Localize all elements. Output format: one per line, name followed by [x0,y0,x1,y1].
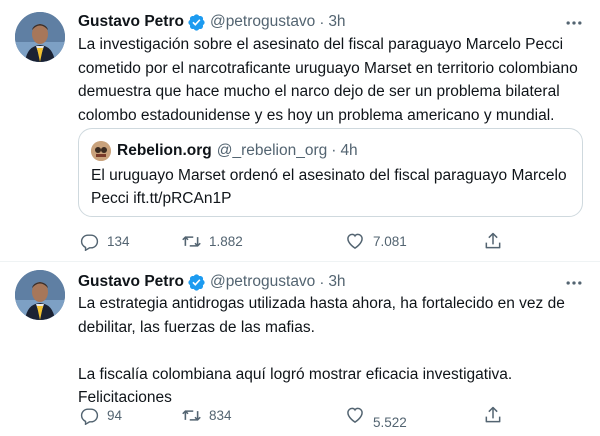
author-avatar[interactable] [15,12,65,62]
quoted-tweet[interactable]: Rebelion.org @_rebelion_org · 4h El urug… [78,128,583,217]
reply-button[interactable]: 134 [72,227,130,255]
author-handle[interactable]: @petrogustavo [210,13,315,31]
quoted-tweet-text: El uruguayo Marset ordenó el asesinato d… [91,167,567,207]
like-count: 5.522 [373,414,407,430]
reply-count: 94 [107,407,123,423]
heart-icon [338,227,372,255]
tweet-text: La estrategia antidrogas utilizada hasta… [78,295,565,406]
reply-icon [72,227,106,255]
share-icon [476,227,510,255]
retweet-button[interactable]: 1.882 [174,227,243,255]
author-avatar[interactable] [15,270,65,320]
quoted-author-handle: @_rebelion_org [216,142,328,159]
author-name[interactable]: Gustavo Petro [78,273,184,291]
verified-badge-icon [187,13,206,32]
quoted-author-avatar [91,141,111,161]
tweet-timestamp[interactable]: 3h [328,273,345,291]
retweet-button[interactable]: 834 [174,401,232,429]
author-handle[interactable]: @petrogustavo [210,273,315,291]
retweet-count: 834 [209,407,232,423]
like-count: 7.081 [373,233,407,249]
share-button[interactable] [476,401,510,429]
tweet[interactable]: Gustavo Petro @petrogustavo · 3h La inve… [0,0,600,262]
separator-dot: · [331,142,337,159]
heart-icon [338,401,372,429]
verified-badge-icon [187,273,206,292]
quoted-tweet-header: Rebelion.org @_rebelion_org · 4h [117,140,358,162]
retweet-icon [174,227,208,255]
tweet-header: Gustavo Petro @petrogustavo · 3h [78,11,560,33]
tweet-text: La investigación sobre el asesinato del … [78,36,578,124]
quoted-author-name: Rebelion.org [117,142,212,159]
tweet[interactable]: Gustavo Petro @petrogustavo · 3h La estr… [0,262,600,436]
reply-button[interactable]: 94 [72,401,122,429]
reply-icon [72,401,106,429]
author-name[interactable]: Gustavo Petro [78,13,184,31]
share-button[interactable] [476,227,510,255]
share-icon [476,401,510,429]
tweet-actions: 94 834 5.522 [66,401,516,430]
tweet-header: Gustavo Petro @petrogustavo · 3h [78,271,560,293]
like-button[interactable]: 7.081 [338,227,407,255]
more-horizontal-icon[interactable] [564,273,584,293]
like-button[interactable]: 5.522 [338,401,407,430]
retweet-icon [174,401,208,429]
quoted-tweet-timestamp: 4h [340,142,358,159]
tweet-timestamp[interactable]: 3h [328,13,345,31]
more-horizontal-icon[interactable] [564,13,584,33]
separator-dot: · [319,273,325,291]
retweet-count: 1.882 [209,233,243,249]
reply-count: 134 [107,233,130,249]
tweet-actions: 134 1.882 7.081 [66,227,516,255]
separator-dot: · [319,13,325,31]
